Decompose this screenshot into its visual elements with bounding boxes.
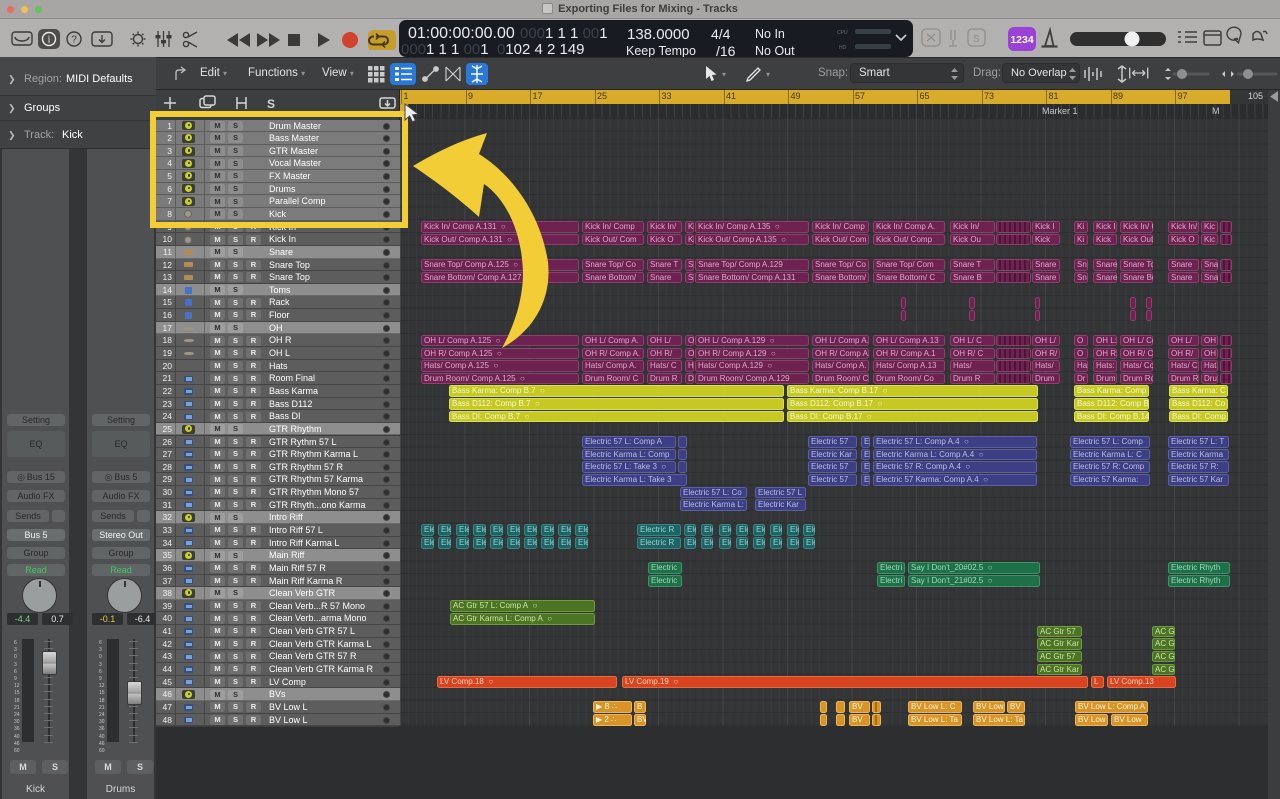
svg-text:▾: ▾ [766, 70, 770, 79]
svg-text:1234: 1234 [1010, 34, 1034, 46]
svg-text:S: S [973, 34, 980, 45]
svg-text:S: S [267, 97, 275, 111]
svg-text:i: i [48, 35, 51, 46]
svg-text:?: ? [71, 35, 77, 46]
svg-text:▾: ▾ [722, 70, 726, 79]
